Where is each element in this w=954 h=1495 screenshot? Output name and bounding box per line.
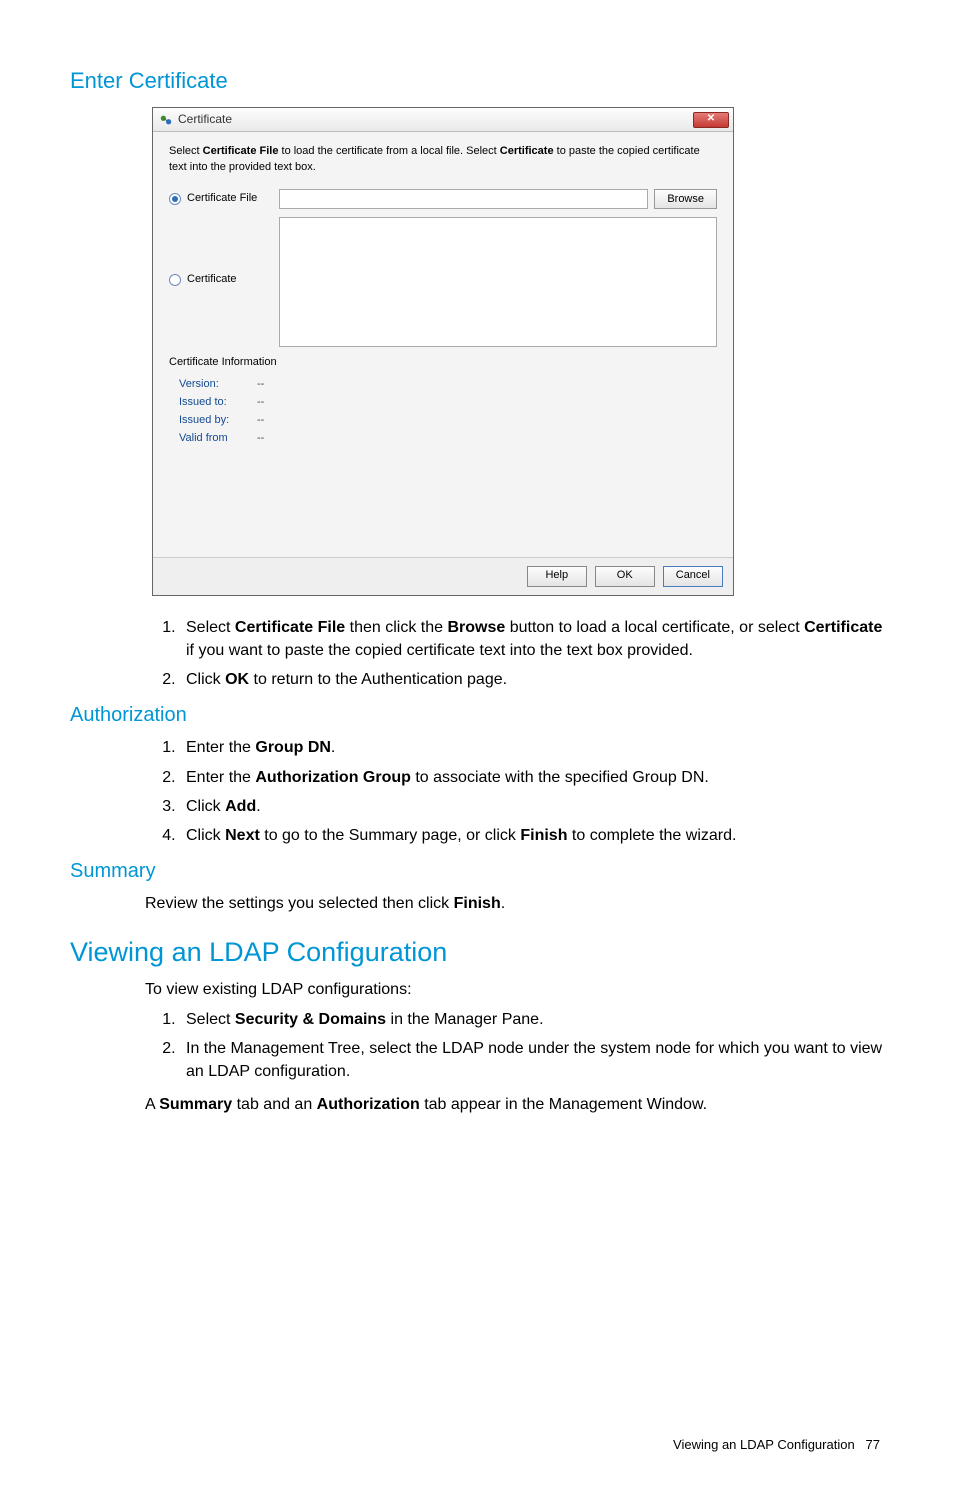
certificate-file-input[interactable] — [279, 189, 648, 209]
page-footer: Viewing an LDAP Configuration 77 — [70, 1436, 884, 1455]
list-item: Click Add. — [180, 795, 884, 818]
info-issued-by-value: -- — [257, 413, 264, 429]
app-icon — [159, 113, 173, 127]
browse-button[interactable]: Browse — [654, 189, 717, 209]
list-item: Enter the Group DN. — [180, 736, 884, 759]
radio-certificate-file[interactable] — [169, 193, 181, 205]
info-version-label: Version: — [179, 377, 239, 393]
info-issued-to-label: Issued to: — [179, 395, 239, 411]
viewing-intro: To view existing LDAP configurations: — [145, 978, 884, 1001]
summary-text: Review the settings you selected then cl… — [145, 892, 884, 915]
info-issued-to-value: -- — [257, 395, 264, 411]
list-item: Select Certificate File then click the B… — [180, 616, 884, 662]
close-button[interactable]: ✕ — [693, 112, 729, 128]
list-item: Click Next to go to the Summary page, or… — [180, 824, 884, 847]
info-version-value: -- — [257, 377, 264, 393]
info-issued-by-label: Issued by: — [179, 413, 239, 429]
dialog-instruction: Select Certificate File to load the cert… — [169, 144, 717, 175]
heading-viewing-ldap: Viewing an LDAP Configuration — [70, 933, 884, 972]
cert-info-grid: Version: -- Issued to: -- Issued by: -- Val… — [179, 377, 717, 447]
certificate-textarea[interactable] — [279, 217, 717, 347]
radio-certificate-label: Certificate — [187, 272, 237, 288]
list-item: In the Management Tree, select the LDAP … — [180, 1037, 884, 1083]
radio-certificate-file-label: Certificate File — [187, 191, 257, 207]
help-button[interactable]: Help — [527, 566, 587, 587]
enter-cert-steps: Select Certificate File then click the B… — [70, 616, 884, 692]
cancel-button[interactable]: Cancel — [663, 566, 723, 587]
ok-button[interactable]: OK — [595, 566, 655, 587]
heading-enter-certificate: Enter Certificate — [70, 65, 884, 97]
certificate-dialog: Certificate ✕ Select Certificate File to… — [152, 107, 734, 596]
info-valid-from-label: Valid from — [179, 431, 239, 447]
list-item: Select Security & Domains in the Manager… — [180, 1008, 884, 1031]
cert-info-heading: Certificate Information — [169, 355, 717, 371]
dialog-titlebar: Certificate ✕ — [153, 108, 733, 132]
authorization-steps: Enter the Group DN. Enter the Authorizat… — [70, 736, 884, 847]
heading-summary: Summary — [70, 857, 884, 886]
info-valid-from-value: -- — [257, 431, 264, 447]
heading-authorization: Authorization — [70, 701, 884, 730]
dialog-title: Certificate — [178, 111, 232, 128]
viewing-steps: Select Security & Domains in the Manager… — [70, 1008, 884, 1084]
list-item: Enter the Authorization Group to associa… — [180, 766, 884, 789]
viewing-tail: A Summary tab and an Authorization tab a… — [145, 1093, 884, 1116]
radio-certificate[interactable] — [169, 274, 181, 286]
list-item: Click OK to return to the Authentication… — [180, 668, 884, 691]
